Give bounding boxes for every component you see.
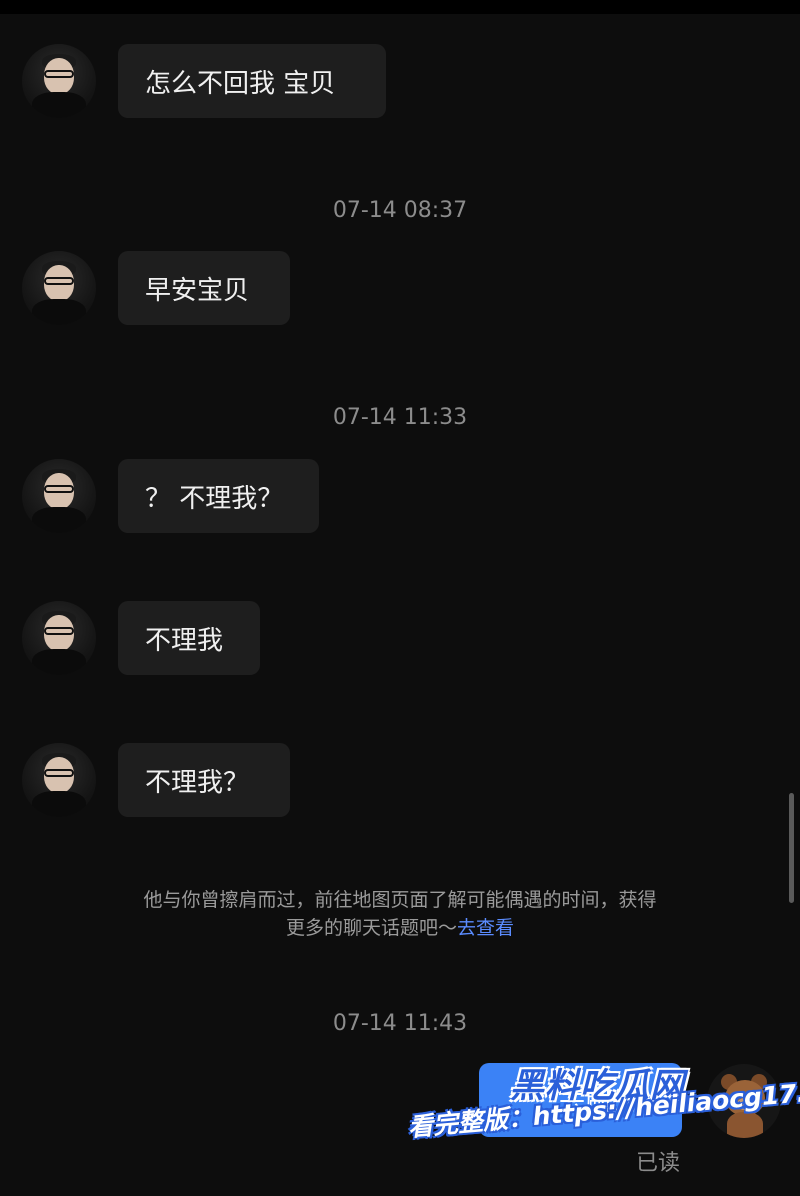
received-message-bubble[interactable]: 不理我 bbox=[118, 601, 260, 675]
avatar-glasses bbox=[44, 70, 74, 78]
message-timestamp: 07-14 11:33 bbox=[332, 405, 468, 430]
avatar-glasses bbox=[44, 627, 74, 635]
contact-avatar[interactable] bbox=[22, 601, 96, 675]
contact-avatar[interactable] bbox=[22, 743, 96, 817]
scrollbar[interactable] bbox=[789, 793, 794, 903]
avatar-shirt bbox=[32, 507, 86, 533]
bear-body-icon bbox=[727, 1112, 763, 1138]
message-timestamp: 07-14 11:43 bbox=[332, 1011, 468, 1036]
avatar-shirt bbox=[32, 92, 86, 118]
system-notice-text: 更多的聊天话题吧～ bbox=[285, 917, 457, 939]
received-message-bubble[interactable]: 不理我？ bbox=[118, 743, 290, 817]
received-message-bubble[interactable]: 怎么不回我 宝贝 bbox=[118, 44, 386, 118]
contact-avatar[interactable] bbox=[22, 44, 96, 118]
avatar-shirt bbox=[32, 791, 86, 817]
avatar-shirt bbox=[32, 299, 86, 325]
avatar-glasses bbox=[44, 277, 74, 285]
avatar-glasses bbox=[44, 485, 74, 493]
received-message-bubble[interactable]: 早安宝贝 bbox=[118, 251, 290, 325]
system-notice: 他与你曾擦肩而过，前往地图页面了解可能偶遇的时间，获得 更多的聊天话题吧～去查看 bbox=[80, 886, 720, 942]
avatar-shirt bbox=[32, 649, 86, 675]
read-receipt: 已读 bbox=[635, 1151, 680, 1176]
view-map-link[interactable]: 去查看 bbox=[457, 917, 514, 939]
system-notice-line2: 更多的聊天话题吧～去查看 bbox=[80, 914, 720, 942]
avatar-glasses bbox=[44, 769, 74, 777]
contact-avatar[interactable] bbox=[22, 251, 96, 325]
contact-avatar[interactable] bbox=[22, 459, 96, 533]
status-bar bbox=[0, 0, 800, 14]
message-timestamp: 07-14 08:37 bbox=[332, 198, 468, 223]
received-message-bubble[interactable]: ？ 不理我？ bbox=[118, 459, 319, 533]
system-notice-line1: 他与你曾擦肩而过，前往地图页面了解可能偶遇的时间，获得 bbox=[143, 889, 657, 911]
